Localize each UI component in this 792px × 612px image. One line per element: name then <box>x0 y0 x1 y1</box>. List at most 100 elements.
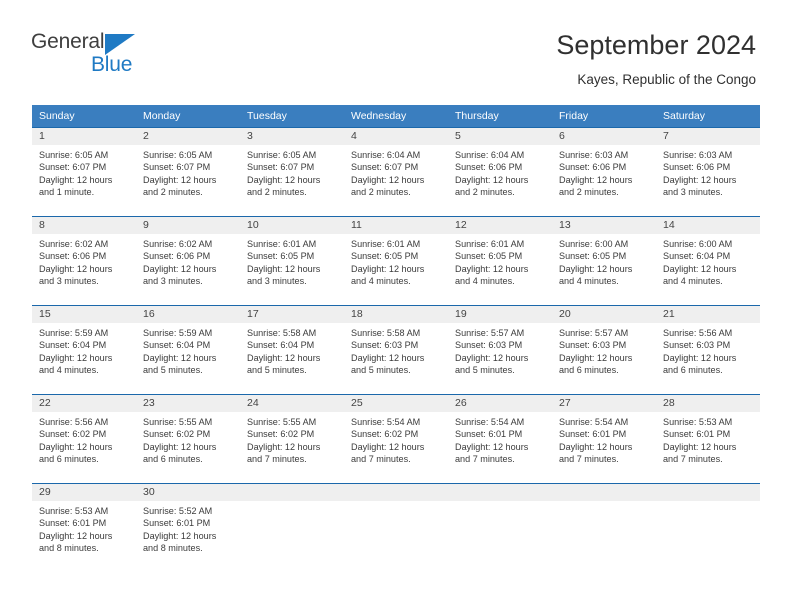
calendar-cell-day[interactable]: 12 Sunrise: 6:01 AM Sunset: 6:05 PM Dayligh… <box>448 216 552 306</box>
day-number: 27 <box>552 395 656 412</box>
sunrise-text: Sunrise: 6:05 AM <box>39 150 109 160</box>
sunrise-text: Sunrise: 5:59 AM <box>143 328 213 338</box>
day-details: Sunrise: 5:54 AM Sunset: 6:02 PM Daylight:… <box>344 412 448 466</box>
calendar-cell-day[interactable]: 2 Sunrise: 6:05 AM Sunset: 6:07 PM Daylight… <box>136 127 240 217</box>
daylight-text-line1: Daylight: 12 hours <box>455 352 529 363</box>
day-cell <box>448 484 552 572</box>
daylight-text-line2: and 7 minutes. <box>247 454 307 465</box>
day-details: Sunrise: 5:55 AM Sunset: 6:02 PM Daylight:… <box>136 412 240 466</box>
calendar-cell-day[interactable]: 4 Sunrise: 6:04 AM Sunset: 6:07 PM Daylight… <box>344 127 448 217</box>
day-cell: 25 Sunrise: 5:54 AM Sunset: 6:02 PM Dayligh… <box>344 395 448 483</box>
calendar-cell-day[interactable]: 13 Sunrise: 6:00 AM Sunset: 6:05 PM Dayligh… <box>552 216 656 306</box>
calendar-cell-day[interactable]: 7 Sunrise: 6:03 AM Sunset: 6:06 PM Daylight… <box>656 127 760 217</box>
daylight-text-line1: Daylight: 12 hours <box>247 441 321 452</box>
sunset-text: Sunset: 6:04 PM <box>39 340 107 351</box>
page-title: September 2024 <box>556 30 756 60</box>
daylight-text-line2: and 8 minutes. <box>143 543 203 554</box>
sunset-text: Sunset: 6:06 PM <box>143 251 211 262</box>
calendar-cell-day[interactable]: 19 Sunrise: 5:57 AM Sunset: 6:03 PM Dayligh… <box>448 305 552 395</box>
weekday-header-wednesday: Wednesday <box>344 105 448 128</box>
sunset-text: Sunset: 6:05 PM <box>351 251 419 262</box>
calendar-cell-day[interactable]: 9 Sunrise: 6:02 AM Sunset: 6:06 PM Daylight… <box>136 216 240 306</box>
daylight-text-line1: Daylight: 12 hours <box>351 441 425 452</box>
sunset-text: Sunset: 6:03 PM <box>663 340 731 351</box>
calendar-cell-day[interactable]: 16 Sunrise: 5:59 AM Sunset: 6:04 PM Dayligh… <box>136 305 240 395</box>
sunrise-text: Sunrise: 5:59 AM <box>39 328 109 338</box>
calendar-cell-day[interactable]: 10 Sunrise: 6:01 AM Sunset: 6:05 PM Dayligh… <box>240 216 344 306</box>
day-number: 12 <box>448 217 552 234</box>
day-details: Sunrise: 6:00 AM Sunset: 6:04 PM Daylight:… <box>656 234 760 288</box>
day-cell: 21 Sunrise: 5:56 AM Sunset: 6:03 PM Dayligh… <box>656 306 760 394</box>
sunset-text: Sunset: 6:02 PM <box>247 429 315 440</box>
daylight-text-line1: Daylight: 12 hours <box>663 263 737 274</box>
logo[interactable]: General Blue <box>31 30 211 80</box>
day-details: Sunrise: 5:53 AM Sunset: 6:01 PM Daylight:… <box>32 501 136 555</box>
calendar-cell-day[interactable]: 11 Sunrise: 6:01 AM Sunset: 6:05 PM Dayligh… <box>344 216 448 306</box>
day-number: 14 <box>656 217 760 234</box>
daylight-text-line1: Daylight: 12 hours <box>143 530 217 541</box>
day-details: Sunrise: 5:57 AM Sunset: 6:03 PM Daylight:… <box>448 323 552 377</box>
day-cell: 24 Sunrise: 5:55 AM Sunset: 6:02 PM Dayligh… <box>240 395 344 483</box>
day-number <box>448 484 552 501</box>
daylight-text-line2: and 3 minutes. <box>247 276 307 287</box>
day-number: 7 <box>656 128 760 145</box>
day-cell: 27 Sunrise: 5:54 AM Sunset: 6:01 PM Dayligh… <box>552 395 656 483</box>
calendar-cell-day[interactable]: 17 Sunrise: 5:58 AM Sunset: 6:04 PM Dayligh… <box>240 305 344 395</box>
day-number: 29 <box>32 484 136 501</box>
calendar-cell-day[interactable]: 5 Sunrise: 6:04 AM Sunset: 6:06 PM Daylight… <box>448 127 552 217</box>
daylight-text-line2: and 3 minutes. <box>663 187 723 198</box>
sunset-text: Sunset: 6:03 PM <box>455 340 523 351</box>
daylight-text-line1: Daylight: 12 hours <box>455 441 529 452</box>
day-cell <box>240 484 344 572</box>
calendar-cell-day[interactable]: 24 Sunrise: 5:55 AM Sunset: 6:02 PM Dayligh… <box>240 394 344 484</box>
daylight-text-line1: Daylight: 12 hours <box>559 263 633 274</box>
daylight-text-line1: Daylight: 12 hours <box>39 441 113 452</box>
daylight-text-line1: Daylight: 12 hours <box>143 441 217 452</box>
calendar-cell-day[interactable]: 23 Sunrise: 5:55 AM Sunset: 6:02 PM Dayligh… <box>136 394 240 484</box>
calendar-cell-day[interactable]: 14 Sunrise: 6:00 AM Sunset: 6:04 PM Dayligh… <box>656 216 760 306</box>
sunset-text: Sunset: 6:01 PM <box>39 518 107 529</box>
sunrise-text: Sunrise: 6:01 AM <box>455 239 525 249</box>
calendar-cell-day[interactable]: 27 Sunrise: 5:54 AM Sunset: 6:01 PM Dayligh… <box>552 394 656 484</box>
daylight-text-line2: and 3 minutes. <box>143 276 203 287</box>
calendar-cell-day[interactable]: 29 Sunrise: 5:53 AM Sunset: 6:01 PM Dayligh… <box>32 483 136 572</box>
day-details: Sunrise: 6:00 AM Sunset: 6:05 PM Daylight:… <box>552 234 656 288</box>
daylight-text-line2: and 1 minute. <box>39 187 95 198</box>
calendar-cell-day[interactable]: 8 Sunrise: 6:02 AM Sunset: 6:06 PM Daylight… <box>32 216 136 306</box>
calendar-cell-day[interactable]: 30 Sunrise: 5:52 AM Sunset: 6:01 PM Dayligh… <box>136 483 240 572</box>
sunset-text: Sunset: 6:02 PM <box>39 429 107 440</box>
calendar-cell-day[interactable]: 25 Sunrise: 5:54 AM Sunset: 6:02 PM Dayligh… <box>344 394 448 484</box>
weekday-header-friday: Friday <box>552 105 656 128</box>
calendar-cell-day[interactable]: 22 Sunrise: 5:56 AM Sunset: 6:02 PM Dayligh… <box>32 394 136 484</box>
daylight-text-line1: Daylight: 12 hours <box>143 263 217 274</box>
calendar-cell-day[interactable]: 26 Sunrise: 5:54 AM Sunset: 6:01 PM Dayligh… <box>448 394 552 484</box>
day-details: Sunrise: 6:05 AM Sunset: 6:07 PM Daylight:… <box>32 145 136 199</box>
calendar-cell-day[interactable]: 15 Sunrise: 5:59 AM Sunset: 6:04 PM Dayligh… <box>32 305 136 395</box>
sunset-text: Sunset: 6:07 PM <box>143 162 211 173</box>
day-cell: 2 Sunrise: 6:05 AM Sunset: 6:07 PM Daylight… <box>136 128 240 216</box>
calendar-week-row: 8 Sunrise: 6:02 AM Sunset: 6:06 PM Daylight… <box>32 216 760 306</box>
day-number: 11 <box>344 217 448 234</box>
calendar-page: General Blue September 2024 Kayes, Repub… <box>0 0 792 612</box>
calendar-cell-day[interactable]: 18 Sunrise: 5:58 AM Sunset: 6:03 PM Dayligh… <box>344 305 448 395</box>
calendar-cell-day[interactable]: 6 Sunrise: 6:03 AM Sunset: 6:06 PM Daylight… <box>552 127 656 217</box>
day-cell <box>552 484 656 572</box>
day-number: 10 <box>240 217 344 234</box>
daylight-text-line2: and 4 minutes. <box>455 276 515 287</box>
sunrise-text: Sunrise: 5:58 AM <box>351 328 421 338</box>
daylight-text-line2: and 4 minutes. <box>559 276 619 287</box>
day-cell: 9 Sunrise: 6:02 AM Sunset: 6:06 PM Daylight… <box>136 217 240 305</box>
calendar-cell-day[interactable]: 3 Sunrise: 6:05 AM Sunset: 6:07 PM Daylight… <box>240 127 344 217</box>
calendar-cell-day[interactable]: 28 Sunrise: 5:53 AM Sunset: 6:01 PM Dayligh… <box>656 394 760 484</box>
day-cell: 20 Sunrise: 5:57 AM Sunset: 6:03 PM Dayligh… <box>552 306 656 394</box>
calendar-cell-day[interactable]: 1 Sunrise: 6:05 AM Sunset: 6:07 PM Daylight… <box>32 127 136 217</box>
daylight-text-line2: and 2 minutes. <box>247 187 307 198</box>
sunrise-text: Sunrise: 6:01 AM <box>247 239 317 249</box>
calendar-cell-day[interactable]: 21 Sunrise: 5:56 AM Sunset: 6:03 PM Dayligh… <box>656 305 760 395</box>
daylight-text-line1: Daylight: 12 hours <box>143 174 217 185</box>
sunrise-text: Sunrise: 5:58 AM <box>247 328 317 338</box>
calendar-cell-day[interactable]: 20 Sunrise: 5:57 AM Sunset: 6:03 PM Dayligh… <box>552 305 656 395</box>
sunset-text: Sunset: 6:02 PM <box>143 429 211 440</box>
day-cell: 26 Sunrise: 5:54 AM Sunset: 6:01 PM Dayligh… <box>448 395 552 483</box>
daylight-text-line2: and 6 minutes. <box>663 365 723 376</box>
